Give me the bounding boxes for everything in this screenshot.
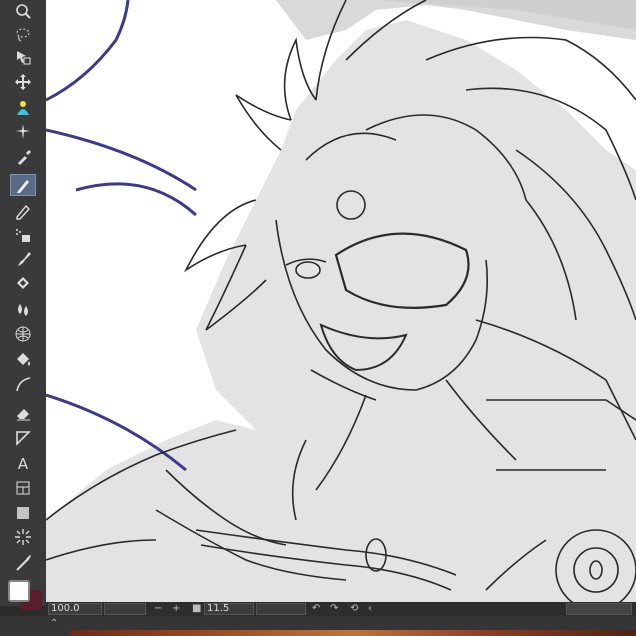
brush-tool-button[interactable] xyxy=(10,248,36,270)
reset-rotation-button[interactable]: ⟲ xyxy=(350,602,358,616)
taskbar-strip xyxy=(70,630,636,636)
airbrush-icon xyxy=(16,229,30,242)
frame-tool-button[interactable] xyxy=(10,477,36,499)
collapse-button[interactable]: ‹ xyxy=(368,602,372,616)
figure-icon xyxy=(16,431,31,446)
pencil-tool-button[interactable] xyxy=(10,200,36,222)
gradient-tool-button[interactable] xyxy=(10,502,36,524)
text-tool-button[interactable]: A xyxy=(10,452,36,474)
move-icon xyxy=(15,74,31,90)
pen-tool-button[interactable] xyxy=(10,174,36,196)
color-swatches xyxy=(6,578,42,612)
select-layer-icon xyxy=(17,51,31,65)
airbrush-tool-button[interactable] xyxy=(10,224,36,246)
drawing-canvas[interactable] xyxy=(46,0,636,602)
curve-tool-button[interactable] xyxy=(10,373,36,395)
svg-text:A: A xyxy=(18,455,29,472)
horizontal-scrollbar[interactable] xyxy=(566,603,632,615)
rotation-slider[interactable] xyxy=(256,603,306,615)
paint-fill-tool-button[interactable] xyxy=(10,348,36,370)
text-icon: A xyxy=(18,455,29,472)
brush-size-icon: ■ xyxy=(192,603,202,614)
mesh-transform-tool-button[interactable] xyxy=(10,323,36,345)
correct-line-icon xyxy=(16,555,31,571)
paint-fill-icon xyxy=(17,353,30,366)
blend-icon xyxy=(18,304,28,316)
pen-icon xyxy=(17,180,29,193)
frame-icon xyxy=(16,481,30,495)
magic-wand-tool-button[interactable] xyxy=(10,121,36,143)
eyedropper-tool-button[interactable] xyxy=(10,146,36,168)
foreground-color-swatch[interactable] xyxy=(8,580,30,602)
brush-icon xyxy=(18,252,31,266)
figure-tool-button[interactable] xyxy=(10,427,36,449)
eraser-tool-button[interactable] xyxy=(10,402,36,424)
zoom-icon xyxy=(16,4,31,19)
brush-size-field[interactable]: 11.5 xyxy=(204,603,254,615)
zoom-tool-button[interactable] xyxy=(10,0,36,22)
zoom-slider[interactable] xyxy=(104,603,146,615)
burst-icon xyxy=(15,529,31,545)
eyedropper-icon xyxy=(18,150,31,165)
tool-palette: A xyxy=(0,0,47,606)
pencil-icon xyxy=(16,204,30,220)
decoration-icon xyxy=(17,277,29,289)
lineart-illustration xyxy=(46,0,636,602)
eraser-icon xyxy=(17,409,30,421)
decoration-tool-button[interactable] xyxy=(10,272,36,294)
blend-tool-button[interactable] xyxy=(10,298,36,320)
zoom-out-button[interactable]: − xyxy=(154,602,162,616)
rotate-left-button[interactable]: ↶ xyxy=(312,602,320,616)
status-bar: 100.0 − + ■ 11.5 ↶ ↷ ⟲ ‹ xyxy=(46,602,636,616)
zoom-in-button[interactable]: + xyxy=(172,602,180,616)
fill-bucket-tool-button[interactable] xyxy=(10,97,36,119)
select-layer-tool-button[interactable] xyxy=(10,46,36,68)
gradient-icon xyxy=(17,507,29,519)
mesh-transform-icon xyxy=(15,326,31,342)
rotate-right-button[interactable]: ↷ xyxy=(330,602,338,616)
magic-wand-icon xyxy=(16,124,30,139)
curve-icon xyxy=(16,377,31,392)
correct-line-tool-button[interactable] xyxy=(10,552,36,574)
expand-icon[interactable]: ⌃ xyxy=(50,618,58,629)
fill-bucket-icon xyxy=(17,101,29,115)
lasso-icon xyxy=(16,28,30,42)
burst-tool-button[interactable] xyxy=(10,526,36,548)
lasso-tool-button[interactable] xyxy=(10,23,36,45)
move-tool-button[interactable] xyxy=(10,71,36,93)
zoom-field[interactable]: 100.0 xyxy=(48,603,102,615)
